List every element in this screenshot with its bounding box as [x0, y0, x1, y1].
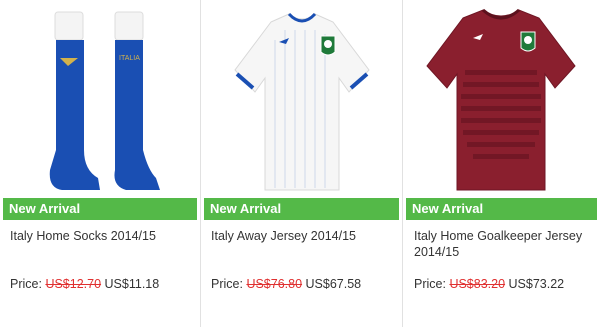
new-price: US$73.22 — [508, 277, 565, 291]
socks-icon: ITALIA — [49, 11, 160, 190]
product-image-link[interactable]: ITALIA — [0, 0, 200, 197]
old-price: US$83.20 — [449, 277, 506, 291]
product-grid: ITALIA New Arrival Italy Home Socks 2014… — [0, 0, 600, 327]
white-jersey-icon — [234, 12, 370, 191]
old-price: US$12.70 — [45, 277, 102, 291]
product-name-link[interactable]: Italy Away Jersey 2014/15 — [211, 228, 396, 244]
new-arrival-badge: New Arrival — [3, 198, 197, 220]
old-price: US$76.80 — [246, 277, 303, 291]
sock-label: ITALIA — [119, 55, 140, 62]
new-arrival-badge: New Arrival — [204, 198, 399, 220]
product-image-link[interactable] — [201, 0, 402, 197]
price-line: Price: US$83.20 US$73.22 — [414, 277, 564, 291]
product-card[interactable]: ITALIA New Arrival Italy Home Socks 2014… — [0, 0, 201, 327]
product-name-link[interactable]: Italy Home Goalkeeper Jersey 2014/15 — [414, 228, 594, 260]
price-label: Price: — [414, 277, 446, 291]
new-price: US$67.58 — [305, 277, 362, 291]
price-line: Price: US$12.70 US$11.18 — [10, 277, 159, 291]
new-arrival-badge: New Arrival — [406, 198, 597, 220]
goalkeeper-jersey-icon — [426, 8, 576, 191]
new-price: US$11.18 — [104, 277, 160, 291]
price-label: Price: — [211, 277, 243, 291]
product-image-link[interactable] — [403, 0, 600, 197]
product-card[interactable]: New Arrival Italy Home Goalkeeper Jersey… — [403, 0, 600, 327]
price-label: Price: — [10, 277, 42, 291]
price-line: Price: US$76.80 US$67.58 — [211, 277, 361, 291]
product-name-link[interactable]: Italy Home Socks 2014/15 — [10, 228, 194, 244]
product-card[interactable]: New Arrival Italy Away Jersey 2014/15 Pr… — [201, 0, 403, 327]
